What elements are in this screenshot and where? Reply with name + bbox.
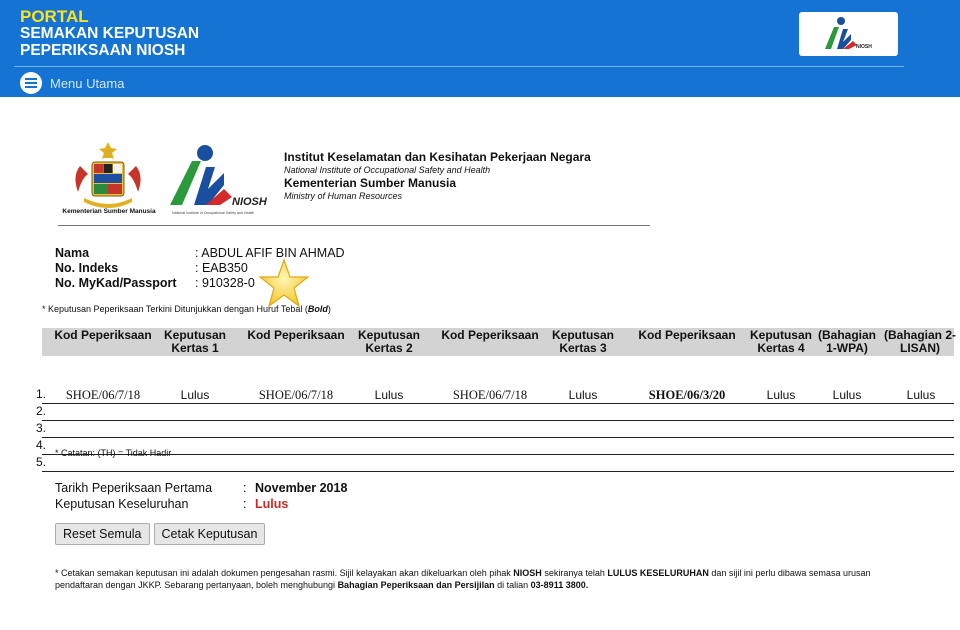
print-result-button[interactable]: Cetak Keputusan — [153, 523, 266, 545]
footer-bold-1: NIOSH — [513, 568, 542, 578]
row1-kod-3: SHOE/06/7/18 — [452, 388, 528, 402]
table-row: 1. SHOE/06/7/18 Lulus SHOE/06/7/18 Lulus… — [36, 387, 954, 404]
coat-of-arms-icon — [58, 138, 158, 216]
table-row: 5. — [36, 455, 954, 472]
row1-kertas-3: Lulus — [568, 388, 598, 402]
col-bahagian-2: (Bahagian 2-LISAN) — [884, 328, 957, 355]
row1-bahagian-1: Lulus — [832, 388, 862, 402]
portal-title: PORTAL SEMAKAN KEPUTUSAN PEPERIKSAAN NIO… — [20, 8, 199, 59]
niosh-header-logo[interactable]: NIOSH — [799, 12, 898, 56]
catatan-note: * Catatan: (TH) = Tidak Hadir — [55, 448, 172, 458]
col-kertas-4: Keputusan Kertas 4 — [749, 328, 812, 355]
col-kertas-3: Keputusan Kertas 3 — [551, 328, 614, 355]
footer-bold-3: Bahagian Peperiksaan dan Persijilan — [337, 580, 495, 590]
result-summary: Tarikh Peperiksaan Pertama : November 20… — [55, 480, 347, 512]
first-exam-value: November 2018 — [255, 481, 348, 495]
institution-block: Institut Keselamatan dan Kesihatan Peker… — [284, 151, 591, 203]
row1-bahagian-2: Lulus — [906, 388, 936, 402]
ministry-name: Kementerian Sumber Manusia — [284, 176, 457, 190]
niosh-logo-icon: NIOSH — [825, 17, 872, 50]
row-number: 5. — [35, 455, 46, 469]
col-kod-3: Kod Peperiksaan — [441, 328, 539, 342]
reset-button[interactable]: Reset Semula — [55, 523, 150, 545]
row1-kertas-2: Lulus — [374, 388, 404, 402]
svg-text:NIOSH: NIOSH — [856, 44, 872, 50]
col-kod-1: Kod Peperiksaan — [54, 328, 152, 342]
results-table: Kod Peperiksaan Keputusan Kertas 1 Kod P… — [36, 328, 957, 472]
overall-result-label: Keputusan Keseluruhan — [55, 497, 189, 511]
mykad-label: No. MyKad/Passport — [55, 276, 177, 290]
col-kertas-1: Keputusan Kertas 1 — [163, 328, 226, 355]
row-number: 2. — [35, 404, 46, 418]
ministry-name-en: Ministry of Human Resources — [284, 191, 403, 201]
index-value: : EAB350 — [195, 261, 248, 275]
portal-title-line1: PORTAL — [20, 7, 89, 26]
overall-result-value: Lulus — [255, 497, 289, 511]
row1-kod-2: SHOE/06/7/18 — [258, 388, 334, 402]
col-kertas-2: Keputusan Kertas 2 — [357, 328, 420, 355]
niosh-logo: NIOSH National Institute of Occupational… — [168, 143, 276, 218]
niosh-emblem-icon: NIOSH National Institute of Occupational… — [170, 145, 268, 215]
main-menu-label[interactable]: Menu Utama — [50, 76, 124, 91]
row-number: 4. — [35, 438, 46, 452]
col-kod-4: Kod Peperiksaan — [638, 328, 736, 342]
letterhead-divider — [58, 225, 650, 226]
svg-text:NIOSH: NIOSH — [232, 196, 268, 208]
row1-kertas-4: Lulus — [766, 388, 796, 402]
star-sticker-icon — [258, 258, 310, 310]
action-buttons: Reset Semula Cetak Keputusan — [55, 523, 266, 545]
first-exam-label: Tarikh Peperiksaan Pertama — [55, 481, 213, 495]
svg-text:National Institute of Occupati: National Institute of Occupational Safet… — [172, 211, 254, 215]
row1-kod-1: SHOE/06/7/18 — [65, 388, 141, 402]
row1-kertas-1: Lulus — [180, 388, 210, 402]
table-row: 3. — [36, 421, 954, 438]
table-row: 4. — [36, 438, 954, 455]
table-row: 2. — [36, 404, 954, 421]
footer-text-2: sekiranya telah — [541, 568, 608, 578]
row-number: 1. — [35, 387, 46, 401]
portal-title-line3: PEPERIKSAAN NIOSH — [20, 42, 186, 59]
bold-note-word: Bold — [307, 304, 328, 314]
name-label: Nama — [55, 246, 90, 260]
footer-note: * Cetakan semakan keputusan ini adalah d… — [55, 567, 915, 591]
main-menu-button[interactable]: Menu Utama — [20, 72, 124, 94]
footer-bold-2: LULUS KESELURUHAN — [607, 568, 709, 578]
colon: : — [243, 497, 247, 511]
crest-caption: Kementerian Sumber Manusia — [62, 208, 156, 215]
table-header: Kod Peperiksaan Keputusan Kertas 1 Kod P… — [42, 328, 957, 356]
row1-kod-4: SHOE/06/3/20 — [648, 388, 726, 402]
col-bahagian-1: (Bahagian 1-WPA) — [817, 328, 876, 355]
footer-text-1: * Cetakan semakan keputusan ini adalah d… — [55, 568, 514, 578]
mykad-value: : 910328-0 — [195, 276, 255, 290]
institution-name: Institut Keselamatan dan Kesihatan Peker… — [284, 150, 591, 164]
portal-title-line2: SEMAKAN KEPUTUSAN — [20, 25, 200, 42]
col-kod-2: Kod Peperiksaan — [247, 328, 345, 342]
bold-note-suffix: ) — [327, 304, 331, 314]
hamburger-menu-icon[interactable] — [20, 72, 42, 94]
banner-divider — [14, 66, 904, 67]
index-label: No. Indeks — [55, 261, 119, 275]
row-number: 3. — [35, 421, 46, 435]
colon: : — [243, 481, 247, 495]
footer-text-4: di talian — [494, 580, 531, 590]
footer-bold-4: 03-8911 3800. — [530, 580, 589, 590]
top-banner: PORTAL SEMAKAN KEPUTUSAN PEPERIKSAAN NIO… — [0, 0, 960, 97]
